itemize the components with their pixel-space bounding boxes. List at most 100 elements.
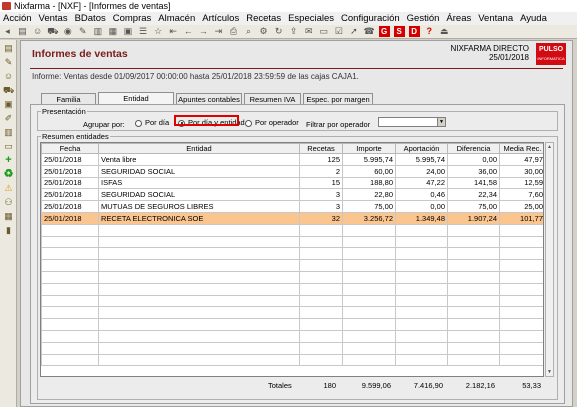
report-icon[interactable]: ▤ xyxy=(3,43,14,54)
menu-item-11[interactable]: Ventana xyxy=(478,13,513,24)
last-icon[interactable]: ⇥ xyxy=(213,26,224,37)
pills-icon[interactable]: ◉ xyxy=(62,26,73,37)
warning-icon[interactable]: ⚠ xyxy=(3,183,14,194)
empty-cell xyxy=(395,282,448,296)
empty-cell xyxy=(395,306,448,320)
settings-icon[interactable]: ⚙ xyxy=(258,26,269,37)
print-icon[interactable]: ⎙ xyxy=(228,26,239,37)
menu-item-10[interactable]: Áreas xyxy=(446,13,471,24)
vertical-scrollbar[interactable]: ▲ ▼ xyxy=(545,142,554,377)
barcode-icon[interactable]: ▮ xyxy=(3,225,14,236)
empty-cell xyxy=(499,306,543,320)
table-row[interactable]: 25/01/2018 SEGURIDAD SOCIAL 2 60,00 24,00 36,… xyxy=(41,164,543,178)
table-cell: 25/01/2018 xyxy=(41,211,99,225)
empty-cell xyxy=(395,353,448,367)
column-header[interactable]: Media Rec. xyxy=(499,143,543,154)
menu-item-9[interactable]: Gestión xyxy=(407,13,440,24)
user-icon[interactable]: ☺ xyxy=(32,26,43,37)
column-header[interactable]: Importe xyxy=(342,143,396,154)
empty-cell xyxy=(98,329,300,343)
tools-icon[interactable]: ✎ xyxy=(77,26,88,37)
menu-item-0[interactable]: Acción xyxy=(3,13,32,24)
card-icon[interactable]: ▭ xyxy=(3,141,14,152)
s-icon[interactable]: S xyxy=(393,26,405,37)
contact-icon[interactable]: ☺ xyxy=(3,71,14,82)
empty-cell xyxy=(299,318,343,331)
table-cell: 47,97 xyxy=(499,153,543,166)
table-row[interactable]: 25/01/2018 SEGURIDAD SOCIAL 3 22,80 0,46 22,3… xyxy=(41,188,543,202)
empty-cell xyxy=(342,341,396,355)
table-row[interactable]: 25/01/2018 Venta libre 125 5.995,74 5.995,74… xyxy=(41,153,543,166)
table-cell: 2 xyxy=(299,164,343,178)
chevron-down-icon[interactable]: ▼ xyxy=(437,118,445,126)
layers-icon[interactable]: ▥ xyxy=(3,127,14,138)
scroll-up-icon[interactable]: ▲ xyxy=(546,143,553,151)
menu-item-12[interactable]: Ayuda xyxy=(520,13,547,24)
table-cell: SEGURIDAD SOCIAL xyxy=(98,164,300,178)
plus-icon[interactable]: + xyxy=(3,155,14,166)
star-icon[interactable]: ☆ xyxy=(153,26,164,37)
column-header[interactable]: Fecha xyxy=(41,143,99,154)
grid-icon[interactable]: ▦ xyxy=(3,211,14,222)
table-row[interactable]: 25/01/2018 MUTUAS DE SEGUROS LIBRES 3 75,00… xyxy=(41,200,543,213)
export-icon[interactable]: ⇪ xyxy=(288,26,299,37)
empty-cell xyxy=(499,282,543,296)
first-icon[interactable]: ⇤ xyxy=(168,26,179,37)
people-icon[interactable]: ⚇ xyxy=(3,197,14,208)
help-icon[interactable]: ? xyxy=(424,26,435,37)
radio-button[interactable] xyxy=(135,119,142,127)
table-row[interactable]: 25/01/2018 ISFAS 15 188,80 47,22 141,58 12,59 xyxy=(41,176,543,190)
box-icon[interactable]: ▣ xyxy=(123,26,134,37)
arrow-icon[interactable]: ➚ xyxy=(348,26,359,37)
g-icon[interactable]: G xyxy=(378,26,390,37)
report-info: Informe: Ventas desde 01/09/2017 00:00:0… xyxy=(32,72,359,81)
scroll-down-icon[interactable]: ▼ xyxy=(546,368,553,376)
column-header[interactable]: Aportación xyxy=(395,143,448,154)
stack-icon[interactable]: ▥ xyxy=(92,26,103,37)
column-header[interactable]: Entidad xyxy=(98,143,300,154)
menu-item-8[interactable]: Configuración xyxy=(341,13,400,24)
menu-item-3[interactable]: Compras xyxy=(113,13,152,24)
radio-button[interactable] xyxy=(245,119,252,127)
cart-icon[interactable]: ⛟ xyxy=(47,26,58,37)
refresh-icon[interactable]: ↻ xyxy=(273,26,284,37)
bag-icon[interactable]: ▣ xyxy=(3,99,14,110)
company-name: NIXFARMA DIRECTO xyxy=(450,44,529,53)
phone-icon[interactable]: ☎ xyxy=(364,26,375,37)
search-icon[interactable]: ⌕ xyxy=(243,26,254,37)
table-row[interactable]: 25/01/2018 RECETA ELECTRONICA SOE 32 3.256,… xyxy=(41,211,543,225)
column-header[interactable]: Recetas xyxy=(299,143,343,154)
menu-item-4[interactable]: Almacén xyxy=(158,13,195,24)
document-icon[interactable]: ▤ xyxy=(17,26,28,37)
cart-icon[interactable]: ⛟ xyxy=(3,85,14,96)
recycle-icon[interactable]: ♻ xyxy=(3,169,14,180)
menu-item-2[interactable]: BDatos xyxy=(75,13,106,24)
page-title: Informes de ventas xyxy=(32,48,128,60)
exit-icon[interactable]: ⏏ xyxy=(439,26,450,37)
totals-label: Totales xyxy=(268,381,292,390)
empty-cell xyxy=(447,306,500,320)
column-header[interactable]: Diferencia xyxy=(447,143,500,154)
back-icon[interactable]: ◂ xyxy=(2,26,13,37)
menu-item-1[interactable]: Ventas xyxy=(39,13,68,24)
edit-icon[interactable]: ✎ xyxy=(3,57,14,68)
calendar-icon[interactable]: ▦ xyxy=(107,26,118,37)
d-icon[interactable]: D xyxy=(408,26,420,37)
filtro-operador-select[interactable]: ▼ xyxy=(378,117,446,127)
menu-item-7[interactable]: Especiales xyxy=(288,13,334,24)
prev-icon[interactable]: ← xyxy=(183,26,194,37)
menu-item-6[interactable]: Recetas xyxy=(246,13,281,24)
doc-check-icon[interactable]: ☑ xyxy=(333,26,344,37)
radio-por-dia[interactable]: Por día xyxy=(135,118,169,127)
entidades-grid[interactable]: Fecha Entidad Recetas Importe Aportación Dife… xyxy=(40,142,544,377)
list-icon[interactable]: ☰ xyxy=(138,26,149,37)
menu-item-5[interactable]: Artículos xyxy=(202,13,239,24)
empty-cell xyxy=(98,259,300,272)
empty-cell xyxy=(342,259,396,272)
pencil-icon[interactable]: ✐ xyxy=(3,113,14,124)
next-icon[interactable]: → xyxy=(198,26,209,37)
radio-por-operador[interactable]: Por operador xyxy=(245,118,299,127)
empty-row xyxy=(41,259,543,272)
window-icon[interactable]: ▭ xyxy=(318,26,329,37)
mail-icon[interactable]: ✉ xyxy=(303,26,314,37)
